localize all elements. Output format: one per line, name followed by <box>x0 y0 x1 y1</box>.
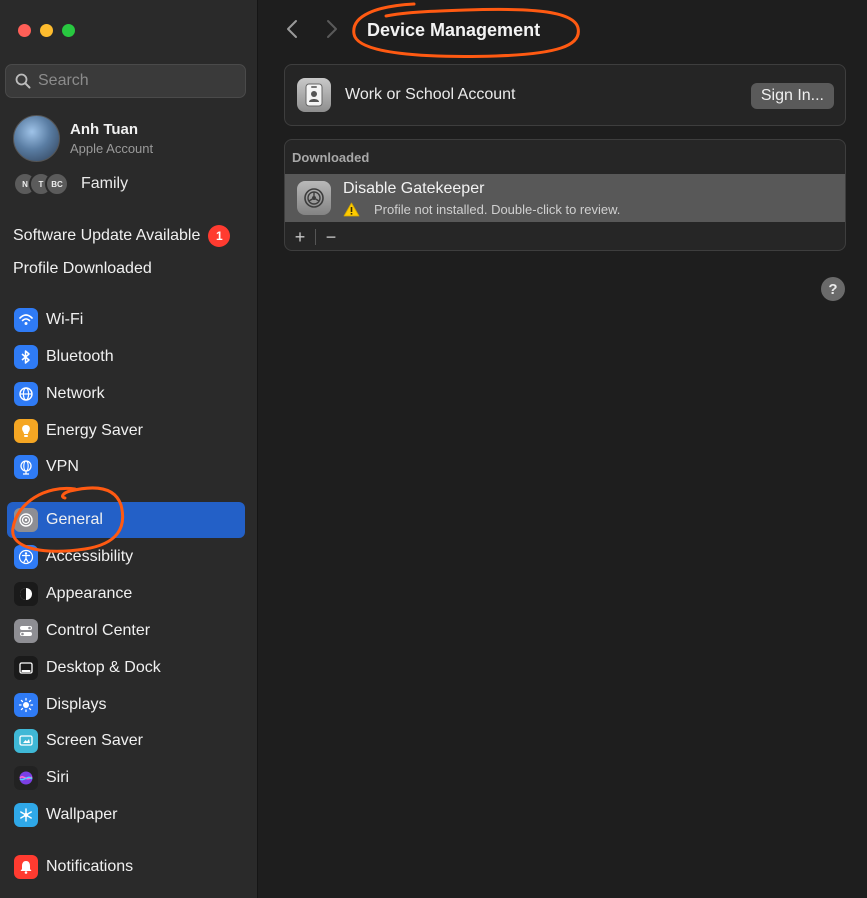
add-remove-bar: + − <box>285 224 346 250</box>
globe-icon <box>14 382 38 406</box>
gear-icon <box>14 508 38 532</box>
sidebar-item-label: Notifications <box>46 858 134 875</box>
account-name: Anh Tuan <box>70 120 139 138</box>
siri-icon <box>14 766 38 790</box>
downloaded-profiles-card: Downloaded Disable Gatekeeper Profile no… <box>284 139 846 251</box>
software-update-label: Software Update Available <box>13 227 201 244</box>
close-window-button[interactable] <box>18 24 31 37</box>
family-label: Family <box>81 175 129 192</box>
family-item[interactable]: N T BC Family <box>13 172 128 196</box>
search-icon <box>15 73 31 89</box>
sidebar-item-displays[interactable]: Displays <box>7 687 245 723</box>
profile-status-text: Profile not installed. Double-click to r… <box>374 202 621 217</box>
sidebar-item-label: Siri <box>46 769 70 786</box>
software-update-item[interactable]: Software Update Available 1 <box>13 225 231 247</box>
downloaded-header: Downloaded <box>292 149 370 165</box>
sidebar-item-accessibility[interactable]: Accessibility <box>7 539 245 575</box>
remove-profile-button[interactable]: − <box>316 224 346 250</box>
sidebar-item-label: Control Center <box>46 622 151 639</box>
sidebar-item-siri[interactable]: Siri <box>7 760 245 796</box>
sidebar-item-desktop-dock[interactable]: Desktop & Dock <box>7 650 245 686</box>
page-title: Device Management <box>367 20 541 40</box>
work-account-label: Work or School Account <box>345 86 516 103</box>
sidebar-item-vpn[interactable]: VPN <box>7 449 245 485</box>
sidebar-item-label: Network <box>46 385 105 402</box>
family-avatar: BC <box>45 172 69 196</box>
minimize-window-button[interactable] <box>40 24 53 37</box>
sidebar-item-network[interactable]: Network <box>7 376 245 412</box>
bluetooth-icon <box>14 345 38 369</box>
screen-saver-icon <box>14 729 38 753</box>
update-badge: 1 <box>208 225 231 247</box>
apple-account[interactable]: Anh Tuan Apple Account <box>13 115 153 162</box>
sidebar-item-energy-saver[interactable]: Energy Saver <box>7 413 245 449</box>
sidebar-item-label: Wi-Fi <box>46 311 84 328</box>
warning-icon <box>343 202 360 217</box>
profile-row[interactable]: Disable Gatekeeper Profile not installed… <box>285 174 845 222</box>
sidebar-item-appearance[interactable]: Appearance <box>7 576 245 612</box>
control-center-icon <box>14 619 38 643</box>
zoom-window-button[interactable] <box>62 24 75 37</box>
lightbulb-icon <box>14 419 38 443</box>
sidebar-item-label: Energy Saver <box>46 422 143 439</box>
sidebar-item-label: Appearance <box>46 585 133 602</box>
sidebar-item-label: Displays <box>46 696 107 713</box>
sidebar-item-label: Desktop & Dock <box>46 659 161 676</box>
sidebar-item-bluetooth[interactable]: Bluetooth <box>7 339 245 375</box>
back-arrow-icon[interactable] <box>285 18 299 40</box>
accessibility-icon <box>14 545 38 569</box>
profile-status: Profile not installed. Double-click to r… <box>343 202 620 217</box>
work-account-card: Work or School Account Sign In... <box>284 64 846 126</box>
gear-icon <box>297 181 331 215</box>
snowflake-icon <box>14 803 38 827</box>
main-pane: Device Management Work or School Account… <box>259 0 867 898</box>
wifi-icon <box>14 308 38 332</box>
sidebar-item-label: Accessibility <box>46 548 134 565</box>
sun-icon <box>14 693 38 717</box>
profile-downloaded-item[interactable]: Profile Downloaded <box>13 260 152 278</box>
appearance-icon <box>14 582 38 606</box>
id-badge-icon <box>297 78 331 112</box>
window-controls <box>18 24 75 37</box>
sidebar-item-wi-fi[interactable]: Wi-Fi <box>7 302 245 338</box>
profile-name: Disable Gatekeeper <box>343 180 485 197</box>
sidebar-item-label: VPN <box>46 458 79 475</box>
account-subtitle: Apple Account <box>70 140 154 156</box>
dock-icon <box>14 656 38 680</box>
sidebar: Anh Tuan Apple Account N T BC Family Sof… <box>0 0 258 898</box>
sidebar-item-label: Screen Saver <box>46 732 143 749</box>
forward-arrow-icon[interactable] <box>325 18 339 40</box>
search-input[interactable] <box>38 72 228 90</box>
bell-icon <box>14 855 38 879</box>
add-profile-button[interactable]: + <box>285 224 315 250</box>
history-navigation <box>285 18 339 40</box>
sidebar-item-label: Wallpaper <box>46 806 118 823</box>
vpn-globe-icon <box>14 455 38 479</box>
avatar <box>13 115 60 162</box>
search-field[interactable] <box>5 64 246 98</box>
sidebar-item-general[interactable]: General <box>7 502 245 538</box>
sign-in-button[interactable]: Sign In... <box>750 83 834 109</box>
sidebar-item-label: Bluetooth <box>46 348 114 365</box>
family-avatars: N T BC <box>13 172 71 196</box>
sidebar-item-label: General <box>46 511 103 528</box>
sidebar-item-screen-saver[interactable]: Screen Saver <box>7 723 245 759</box>
help-button[interactable]: ? <box>821 277 845 301</box>
sidebar-item-wallpaper[interactable]: Wallpaper <box>7 797 245 833</box>
sidebar-item-notifications[interactable]: Notifications <box>7 849 245 885</box>
sidebar-item-control-center[interactable]: Control Center <box>7 613 245 649</box>
